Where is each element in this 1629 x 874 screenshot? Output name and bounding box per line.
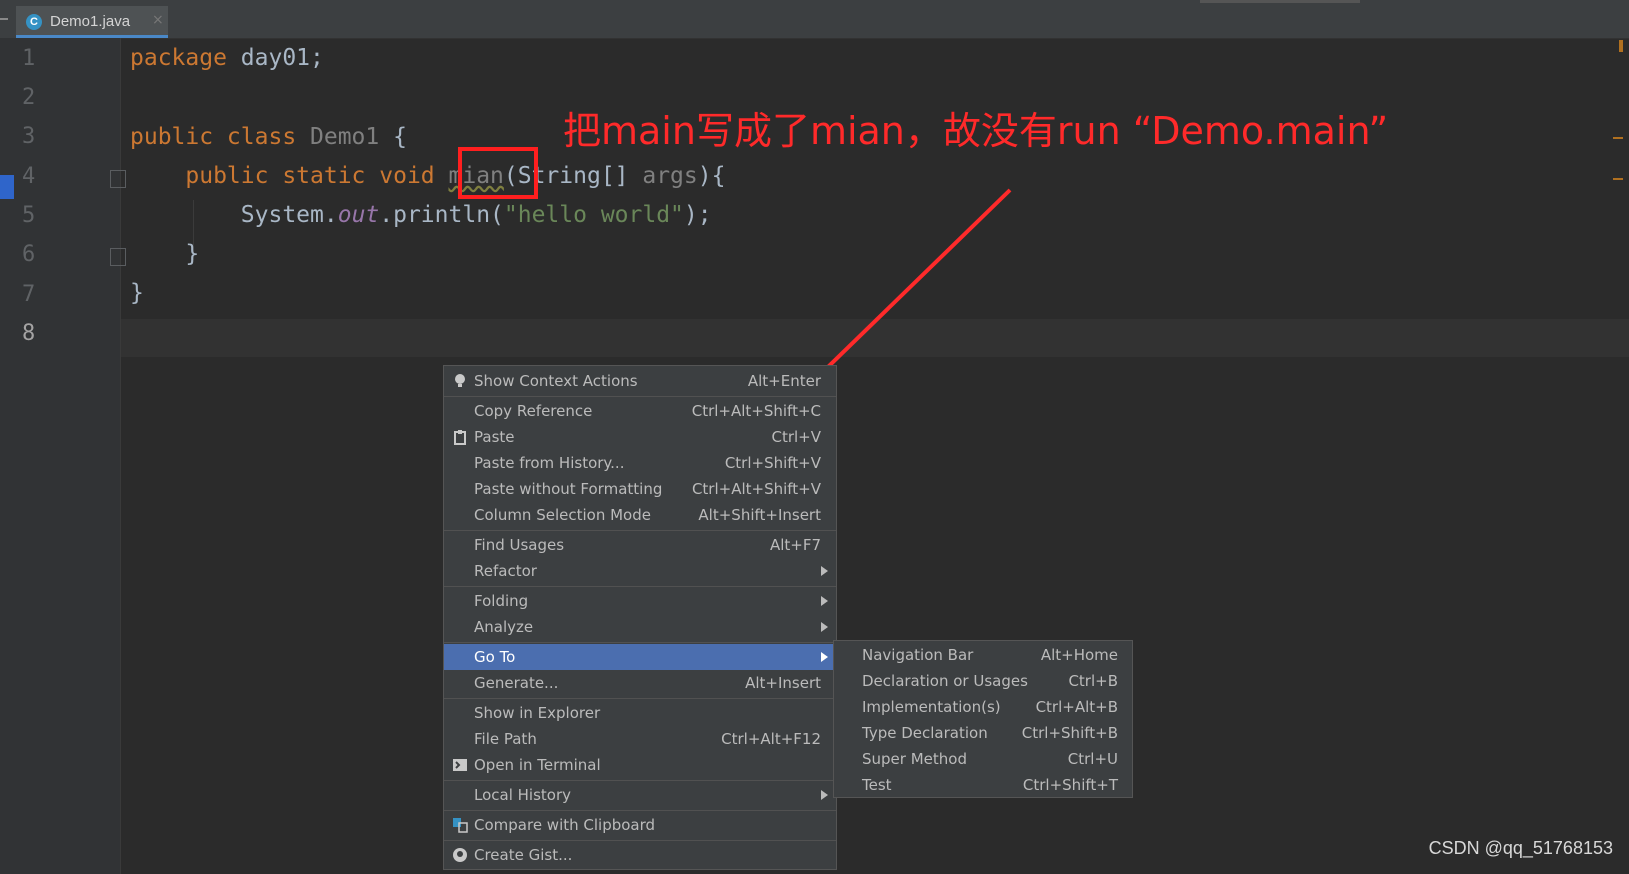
menu-separator [444, 642, 836, 643]
submenu-item-declaration-or-usages[interactable]: Declaration or Usages Ctrl+B [834, 668, 1132, 694]
submenu-item-test[interactable]: Test Ctrl+Shift+T [834, 772, 1132, 798]
menu-item-find-usages[interactable]: Find Usages Alt+F7 [444, 532, 836, 558]
menu-item-paste[interactable]: Paste Ctrl+V [444, 424, 836, 450]
submenu-item-implementations[interactable]: Implementation(s) Ctrl+Alt+B [834, 694, 1132, 720]
menu-separator [444, 840, 836, 841]
submenu-arrow-icon [821, 622, 828, 632]
clipboard-icon [454, 430, 466, 445]
watermark: CSDN @qq_51768153 [1428, 838, 1613, 858]
menu-separator [444, 810, 836, 811]
menu-item-refactor[interactable]: Refactor [444, 558, 836, 584]
menu-separator [444, 698, 836, 699]
menu-item-show-in-explorer[interactable]: Show in Explorer [444, 700, 836, 726]
menu-separator [444, 586, 836, 587]
menu-item-folding[interactable]: Folding [444, 588, 836, 614]
menu-item-column-selection-mode[interactable]: Column Selection Mode Alt+Shift+Insert [444, 502, 836, 528]
menu-item-compare-with-clipboard[interactable]: Compare with Clipboard [444, 812, 836, 838]
compare-icon [453, 818, 468, 833]
submenu-item-super-method[interactable]: Super Method Ctrl+U [834, 746, 1132, 772]
menu-separator [444, 530, 836, 531]
submenu-item-type-declaration[interactable]: Type Declaration Ctrl+Shift+B [834, 720, 1132, 746]
lightbulb-icon [455, 374, 465, 387]
submenu-arrow-icon [821, 652, 828, 662]
menu-item-create-gist[interactable]: Create Gist... [444, 842, 836, 868]
menu-item-paste-without-formatting[interactable]: Paste without Formatting Ctrl+Alt+Shift+… [444, 476, 836, 502]
submenu-arrow-icon [821, 596, 828, 606]
menu-item-show-context-actions[interactable]: Show Context Actions Alt+Enter [444, 368, 836, 394]
menu-item-generate[interactable]: Generate... Alt+Insert [444, 670, 836, 696]
editor-context-menu: Show Context Actions Alt+Enter Copy Refe… [443, 365, 837, 870]
submenu-arrow-icon [821, 790, 828, 800]
submenu-item-navigation-bar[interactable]: Navigation Bar Alt+Home [834, 642, 1132, 668]
submenu-arrow-icon [821, 566, 828, 576]
menu-item-go-to[interactable]: Go To [444, 644, 836, 670]
github-icon [453, 848, 467, 862]
menu-item-file-path[interactable]: File Path Ctrl+Alt+F12 [444, 726, 836, 752]
menu-item-local-history[interactable]: Local History [444, 782, 836, 808]
menu-item-analyze[interactable]: Analyze [444, 614, 836, 640]
menu-item-copy-reference[interactable]: Copy Reference Ctrl+Alt+Shift+C [444, 398, 836, 424]
menu-separator [444, 780, 836, 781]
menu-item-paste-from-history[interactable]: Paste from History... Ctrl+Shift+V [444, 450, 836, 476]
goto-submenu: Navigation Bar Alt+Home Declaration or U… [833, 640, 1133, 798]
terminal-icon [453, 759, 467, 771]
menu-separator [444, 396, 836, 397]
menu-item-open-in-terminal[interactable]: Open in Terminal [444, 752, 836, 778]
